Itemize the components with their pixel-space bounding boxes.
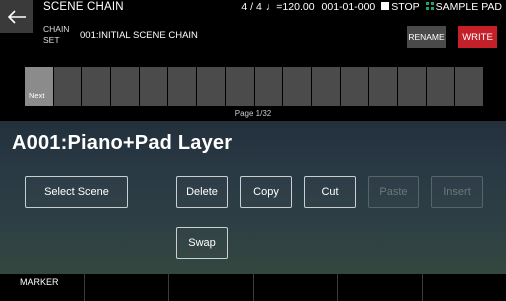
next-label: Next	[29, 91, 45, 100]
scene-name: A001:Piano+Pad Layer	[12, 132, 233, 154]
chain-cell[interactable]	[168, 67, 197, 106]
chain-set-label: CHAIN SET	[43, 24, 69, 46]
chain-cell[interactable]	[225, 67, 254, 106]
chain-cell[interactable]	[340, 67, 369, 106]
chain-set-name[interactable]: 001:INITIAL SCENE CHAIN	[80, 30, 198, 41]
cut-button[interactable]: Cut	[304, 176, 356, 208]
mode-indicator: SAMPLE PAD	[425, 1, 502, 13]
chain-cell[interactable]	[397, 67, 426, 106]
function-label-marker: MARKER	[20, 277, 59, 287]
tempo-value: =120.00	[276, 1, 315, 13]
quarter-note-icon: ♩	[265, 1, 277, 13]
chain-cell[interactable]	[254, 67, 283, 106]
chain-cell[interactable]	[111, 67, 139, 106]
delete-button[interactable]: Delete	[176, 176, 228, 208]
transport-status: STOP	[381, 1, 420, 13]
function-button-2[interactable]	[83, 274, 169, 301]
function-button-bar: MARKER	[0, 274, 506, 301]
arrow-left-icon	[7, 9, 26, 24]
stop-icon	[381, 2, 390, 10]
time-signature: 4 / 4	[241, 1, 262, 13]
chain-cell[interactable]	[455, 67, 483, 106]
back-button[interactable]	[0, 0, 33, 33]
function-button-3[interactable]	[168, 274, 253, 301]
chain-cell[interactable]	[139, 67, 168, 106]
function-button-6[interactable]	[421, 274, 506, 301]
song-position: 001-01-000	[321, 1, 376, 13]
chain-cell[interactable]: Next	[25, 67, 53, 106]
function-button-4[interactable]	[252, 274, 338, 301]
chain-set-label-line2: SET	[43, 35, 60, 45]
rename-button[interactable]: RENAME	[407, 26, 446, 48]
paste-button[interactable]: Paste	[368, 176, 419, 208]
scene-chain-strip: Next	[25, 67, 483, 106]
mode-label: SAMPLE PAD	[435, 1, 502, 13]
transport-label: STOP	[391, 1, 420, 13]
page-indicator: Page 1/32	[234, 109, 272, 118]
status-area: 4 / 4 ♩ =120.00 001-01-000 STOP SAMPLE P…	[241, 1, 502, 13]
chain-cell[interactable]	[53, 67, 82, 106]
select-scene-button[interactable]: Select Scene	[25, 176, 128, 208]
pad-grid-icon	[425, 2, 434, 10]
chain-cell[interactable]	[283, 67, 311, 106]
copy-button[interactable]: Copy	[240, 176, 292, 208]
function-button-5[interactable]	[337, 274, 422, 301]
chain-set-label-line1: CHAIN	[43, 24, 70, 34]
write-button[interactable]: WRITE	[458, 26, 497, 48]
screen-title: SCENE CHAIN	[43, 1, 124, 13]
chain-cell[interactable]	[426, 67, 455, 106]
swap-button[interactable]: Swap	[176, 227, 228, 259]
insert-button[interactable]: Insert	[431, 176, 483, 208]
chain-cell[interactable]	[197, 67, 225, 106]
chain-cell[interactable]	[82, 67, 111, 106]
function-button-1[interactable]: MARKER	[0, 274, 84, 301]
chain-cell[interactable]	[311, 67, 340, 106]
chain-cell[interactable]	[369, 67, 397, 106]
